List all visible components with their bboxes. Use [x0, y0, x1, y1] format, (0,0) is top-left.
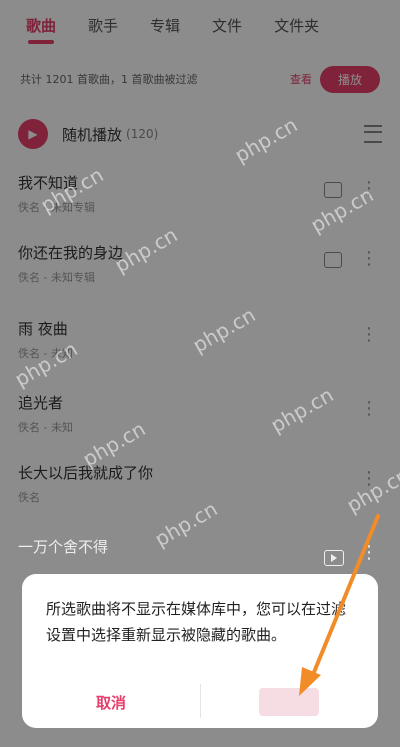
dialog-message: 所选歌曲将不显示在媒体库中，您可以在过滤设置中选择重新显示被隐藏的歌曲。	[46, 600, 347, 644]
confirm-label	[259, 688, 319, 716]
cancel-button[interactable]: 取消	[22, 676, 200, 728]
more-icon: ⋮	[360, 542, 378, 563]
mv-icon	[324, 550, 344, 566]
hide-songs-dialog: 所选歌曲将不显示在媒体库中，您可以在过滤设置中选择重新显示被隐藏的歌曲。 取消	[22, 574, 378, 728]
list-item: 一万个舍不得 ⋮	[18, 536, 382, 566]
confirm-button[interactable]	[200, 676, 378, 728]
